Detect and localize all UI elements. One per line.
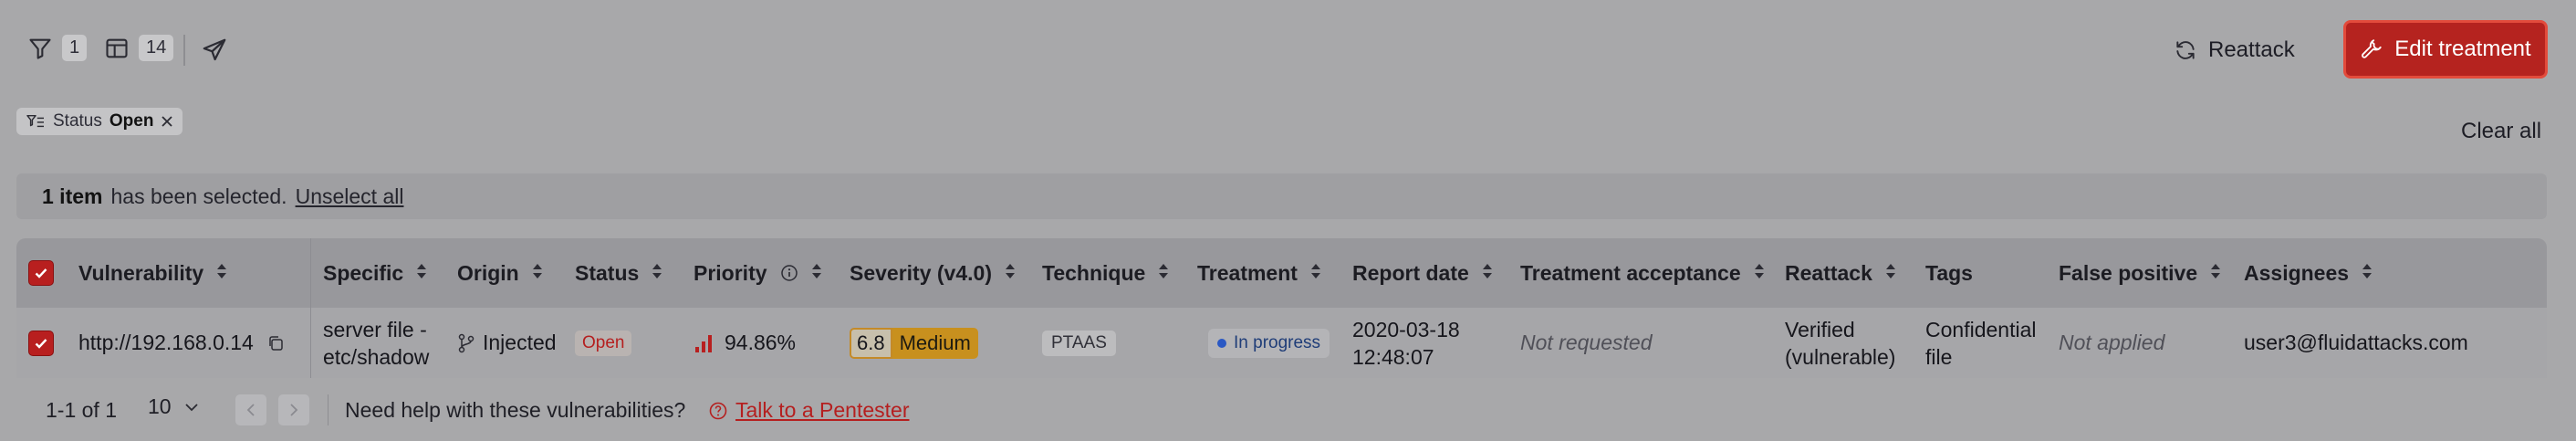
sort-icon[interactable] (2210, 261, 2221, 286)
selection-message: has been selected. (110, 184, 287, 208)
chevron-left-icon (245, 403, 256, 417)
severity-label: Medium (892, 327, 978, 359)
refresh-icon (2174, 38, 2197, 62)
branch-icon (457, 333, 475, 353)
edit-treatment-button[interactable]: Edit treatment (2343, 20, 2548, 79)
columns-toggle[interactable]: 14 (104, 35, 174, 61)
sort-icon[interactable] (1482, 261, 1493, 286)
table-header: Vulnerability Specific Origin Status Pri… (16, 238, 2547, 308)
cell-report-date: 2020-03-18 12:48:07 (1352, 317, 1460, 369)
column-divider (310, 238, 311, 378)
info-icon[interactable] (780, 264, 798, 282)
row-checkbox[interactable] (28, 330, 54, 356)
status-dot-icon (1217, 338, 1226, 348)
toolbar-divider (183, 35, 185, 66)
header-reattack[interactable]: Reattack (1785, 238, 1896, 308)
reattack-button[interactable]: Reattack (2174, 35, 2295, 66)
header-status[interactable]: Status (575, 238, 662, 308)
send-icon[interactable] (201, 37, 228, 64)
cell-technique: PTAAS (1042, 308, 1116, 378)
table-row[interactable]: http://192.168.0.14 server file - etc/sh… (16, 308, 2547, 378)
cell-treatment-acceptance: Not requested (1520, 331, 1653, 354)
cell-vulnerability[interactable]: http://192.168.0.14 (78, 308, 285, 378)
footer-divider (328, 394, 329, 425)
filter-lines-icon (26, 113, 46, 130)
header-select-all[interactable] (28, 238, 65, 308)
columns-count-badge: 14 (139, 35, 174, 61)
cell-reattack: Verified (vulnerable) (1785, 317, 1896, 369)
treatment-badge: In progress (1208, 328, 1330, 358)
header-vulnerability[interactable]: Vulnerability (78, 238, 227, 308)
talk-to-pentester-link[interactable]: Talk to a Pentester (708, 398, 910, 423)
header-treatment-acceptance[interactable]: Treatment acceptance (1520, 238, 1765, 308)
sort-icon[interactable] (1885, 261, 1896, 286)
cell-tags: Confidential file (1925, 317, 2037, 369)
unselect-all-link[interactable]: Unselect all (296, 184, 404, 209)
sort-icon[interactable] (811, 261, 822, 286)
cell-specific: server file - etc/shadow (323, 317, 430, 369)
chevron-down-icon (184, 402, 199, 413)
sort-icon[interactable] (216, 261, 227, 286)
header-technique[interactable]: Technique (1042, 238, 1169, 308)
header-assignees[interactable]: Assignees (2244, 238, 2373, 308)
cell-severity: 6.8 Medium (850, 308, 978, 378)
selection-bar: 1 item has been selected. Unselect all (16, 173, 2547, 219)
wrench-icon (2360, 37, 2383, 61)
sort-icon[interactable] (652, 261, 662, 286)
reattack-label: Reattack (2208, 37, 2295, 62)
previous-page-button[interactable] (235, 394, 266, 425)
severity-score: 6.8 (850, 327, 892, 359)
filter-chip-value: Open (109, 111, 154, 131)
sort-icon[interactable] (2362, 261, 2373, 286)
page-size-select[interactable]: 10 (148, 394, 199, 419)
header-false-positive[interactable]: False positive (2059, 238, 2221, 308)
status-filter-chip[interactable]: Status Open (16, 108, 183, 135)
filter-count-badge: 1 (62, 35, 88, 61)
cell-priority: 94.86% (694, 308, 796, 378)
columns-icon (104, 36, 130, 61)
filter-chip-label: Status (53, 111, 102, 131)
header-priority[interactable]: Priority (694, 238, 822, 308)
filter-icon (27, 36, 53, 61)
header-specific[interactable]: Specific (323, 238, 427, 308)
close-icon[interactable] (161, 115, 173, 128)
filter-toggle[interactable]: 1 (27, 35, 88, 61)
status-badge: Open (575, 330, 632, 356)
cell-false-positive: Not applied (2059, 331, 2165, 354)
cell-assignees: user3@fluidattacks.com (2244, 331, 2468, 354)
selected-count: 1 item (42, 184, 103, 208)
sort-icon[interactable] (1310, 261, 1321, 286)
technique-badge: PTAAS (1042, 330, 1116, 356)
help-circle-icon (708, 401, 728, 421)
select-all-checkbox[interactable] (28, 260, 54, 286)
cell-origin: Injected (457, 308, 557, 378)
cell-status: Open (575, 308, 632, 378)
sort-icon[interactable] (1754, 261, 1765, 286)
cell-treatment: In progress (1208, 308, 1330, 378)
row-select[interactable] (28, 308, 54, 378)
sort-icon[interactable] (1158, 261, 1169, 286)
header-treatment[interactable]: Treatment (1197, 238, 1321, 308)
header-severity[interactable]: Severity (v4.0) (850, 238, 1016, 308)
priority-bars-icon (694, 332, 715, 354)
clear-all-button[interactable]: Clear all (2461, 119, 2541, 144)
header-report-date[interactable]: Report date (1352, 238, 1493, 308)
chevron-right-icon (288, 403, 299, 417)
sort-icon[interactable] (416, 261, 427, 286)
help-text: Need help with these vulnerabilities? (345, 398, 686, 422)
copy-icon[interactable] (266, 334, 285, 352)
pagination-range: 1-1 of 1 (46, 398, 117, 422)
edit-treatment-label: Edit treatment (2394, 37, 2531, 61)
sort-icon[interactable] (1005, 261, 1016, 286)
sort-icon[interactable] (532, 261, 543, 286)
header-origin[interactable]: Origin (457, 238, 543, 308)
header-tags[interactable]: Tags (1925, 238, 1973, 308)
next-page-button[interactable] (278, 394, 309, 425)
